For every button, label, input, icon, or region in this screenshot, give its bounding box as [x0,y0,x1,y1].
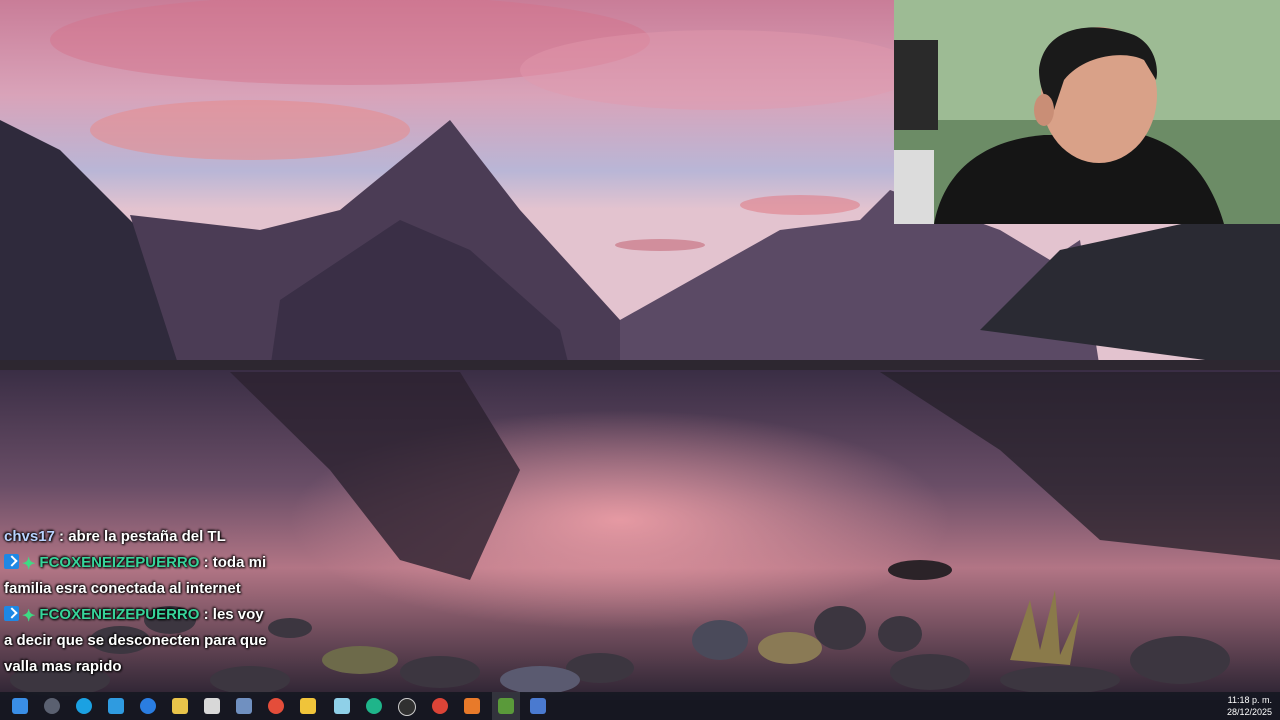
app-icon[interactable] [236,698,252,714]
gem-icon: ✦ [22,608,36,625]
chrome-icon[interactable] [140,698,156,714]
chat-message: ✦ FCOXENEIZEPUERRO : toda mi familia esra… [4,550,276,602]
app-icon[interactable] [366,698,382,714]
chat-message-text: : abre la pestaña del TL [59,528,226,545]
prime-arrow-icon [4,554,19,569]
stream-chat-overlay: chvs17 : abre la pestaña del TL ✦ FCOXENE… [4,524,276,680]
webcam-overlay [894,0,1280,224]
search-icon[interactable] [44,698,60,714]
clock-date: 28/12/2025 [1226,707,1272,717]
file-explorer-icon[interactable] [172,698,188,714]
notepad-icon[interactable] [334,698,350,714]
chat-message: ✦ FCOXENEIZEPUERRO : les voy a decir que … [4,602,276,680]
launcher-icon[interactable] [530,698,546,714]
minecraft-icon[interactable] [498,698,514,714]
java-icon[interactable] [464,698,480,714]
chrome-icon[interactable] [432,698,448,714]
chrome-icon[interactable] [268,698,284,714]
file-explorer-icon[interactable] [300,698,316,714]
chat-username: FCOXENEIZEPUERRO [39,606,200,623]
task-view-icon[interactable] [108,698,124,714]
gem-icon: ✦ [22,556,36,573]
obs-icon[interactable] [398,698,416,716]
webcam-feed [894,0,1280,224]
clock-time: 11:18 p. m. [1227,695,1272,705]
chat-username: FCOXENEIZEPUERRO [39,554,200,571]
prime-arrow-icon [4,606,19,621]
notepad-icon[interactable] [204,698,220,714]
chat-username: chvs17 [4,528,55,545]
edge-icon[interactable] [76,698,92,714]
windows-icon[interactable] [12,698,28,714]
system-clock[interactable]: 11:18 p. m. 28/12/2025 [1227,694,1272,718]
chat-message: chvs17 : abre la pestaña del TL [4,524,276,550]
taskbar: 11:18 p. m. 28/12/2025 [0,692,1280,720]
